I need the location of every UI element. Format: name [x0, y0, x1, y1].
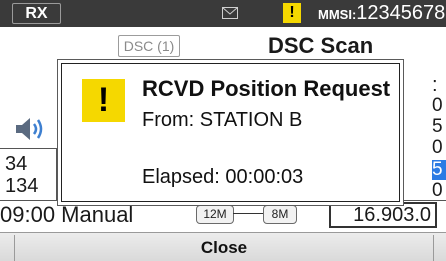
- mmsi-label: MMSI:: [318, 7, 357, 22]
- scan-title: DSC Scan: [268, 33, 374, 58]
- status-bar: RX ! MMSI:123456789: [0, 0, 446, 27]
- right-colon: :: [432, 74, 438, 96]
- dialog-from: From: STATION B: [142, 109, 303, 131]
- dialog-frame: ! RCVD Position Request From: STATION B …: [61, 63, 400, 202]
- time-mode-label: 09:00 Manual: [0, 202, 134, 227]
- dialog-elapsed: Elapsed: 00:00:03: [142, 166, 304, 188]
- speaker-icon: [16, 118, 43, 140]
- mmsi-display: MMSI:123456789: [318, 2, 446, 26]
- right-digit: 0: [432, 95, 443, 116]
- right-digit: 0: [432, 180, 443, 201]
- divider: [0, 148, 60, 149]
- alert-icon: !: [283, 3, 301, 23]
- range-low-badge: 12M: [196, 205, 234, 224]
- right-digit: 0: [432, 137, 443, 158]
- dsc-count-badge: DSC (1): [118, 35, 180, 57]
- alert-icon: !: [82, 79, 125, 122]
- rx-badge: RX: [12, 3, 61, 24]
- envelope-icon: [222, 7, 238, 19]
- position-request-dialog: ! RCVD Position Request From: STATION B …: [57, 59, 404, 206]
- left-value: 34: [5, 153, 28, 175]
- close-bar: Close: [0, 232, 446, 261]
- right-digit: 5: [432, 116, 443, 137]
- close-button[interactable]: Close: [14, 235, 434, 261]
- dialog-title: RCVD Position Request: [142, 76, 391, 101]
- right-digit-selected: 5: [432, 160, 446, 180]
- mmsi-value: 123456789: [356, 2, 446, 24]
- left-value: 134: [5, 175, 39, 197]
- dsc-screen: RX ! MMSI:123456789 DSC (1) DSC Scan 34 …: [0, 0, 446, 261]
- range-high-badge: 8M: [263, 205, 297, 224]
- range-connector: [233, 213, 263, 214]
